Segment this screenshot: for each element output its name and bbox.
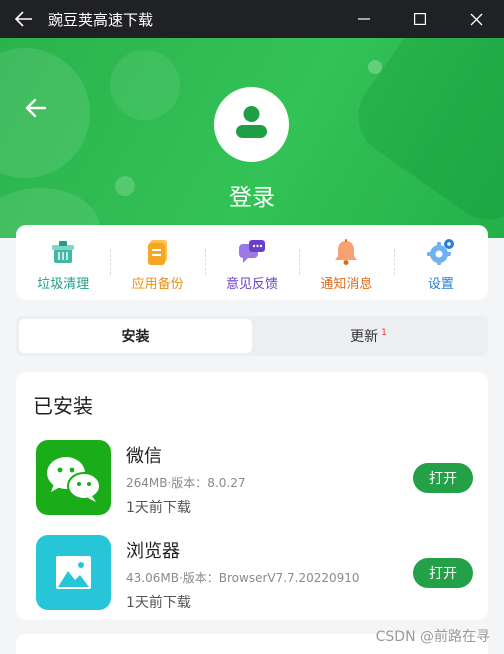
action-feedback[interactable]: 意见反馈 <box>204 225 299 300</box>
action-label: 垃圾清理 <box>37 277 90 292</box>
action-settings[interactable]: 设置 <box>393 225 488 300</box>
profile-header: 登录 <box>0 38 504 238</box>
app-name: 微信 <box>126 446 162 467</box>
app-download-time: 1天前下载 <box>126 500 191 516</box>
gear-icon <box>426 239 454 265</box>
list-item[interactable]: 浏览器 43.06MB·版本：BrowserV7.7.20220910 1天前下… <box>16 535 488 615</box>
maximize-button[interactable] <box>392 0 448 38</box>
tab-label: 安装 <box>121 329 150 345</box>
app-meta: 264MB·版本：8.0.27 <box>126 476 246 490</box>
back-button[interactable] <box>22 94 50 122</box>
action-app-backup[interactable]: 应用备份 <box>110 225 204 300</box>
list-item[interactable]: 微信 264MB·版本：8.0.27 1天前下载 打开 <box>16 440 488 520</box>
action-label: 设置 <box>427 277 454 292</box>
minimize-button[interactable] <box>336 0 392 38</box>
watermark: CSDN @前路在寻 <box>375 629 490 645</box>
window-title: 豌豆荚高速下载 <box>48 10 154 29</box>
open-button[interactable]: 打开 <box>413 463 473 493</box>
action-trash-clean[interactable]: 垃圾清理 <box>16 225 110 300</box>
tab-label: 更新 <box>350 329 379 345</box>
arrow-left-icon <box>25 98 47 118</box>
login-label[interactable]: 登录 <box>0 178 504 212</box>
minimize-icon <box>358 18 370 20</box>
installed-section: 已安装 微信 264MB·版本：8.0.27 1天前下载 打开 浏览器 43.0… <box>16 372 488 620</box>
maximize-icon <box>414 13 426 25</box>
app-download-time: 1天前下载 <box>126 595 191 611</box>
tab-install[interactable]: 安装 <box>19 319 252 353</box>
section-title: 已安装 <box>33 394 93 418</box>
wechat-icon <box>36 440 111 515</box>
close-icon <box>470 13 482 25</box>
action-label: 通知消息 <box>320 277 373 292</box>
close-button[interactable] <box>448 0 504 38</box>
open-button[interactable]: 打开 <box>413 558 473 588</box>
window-back-button[interactable] <box>0 0 48 38</box>
browser-icon <box>36 535 111 610</box>
app-meta: 43.06MB·版本：BrowserV7.7.20220910 <box>126 571 360 585</box>
action-label: 应用备份 <box>131 277 184 292</box>
title-bar: 豌豆荚高速下载 <box>0 0 504 38</box>
avatar[interactable] <box>214 87 289 162</box>
feedback-icon <box>239 240 266 263</box>
update-count-badge: 1 <box>381 328 387 338</box>
bell-icon <box>335 239 358 265</box>
user-icon <box>236 106 267 138</box>
tab-update[interactable]: 更新 1 <box>252 319 485 353</box>
app-name: 浏览器 <box>126 541 180 562</box>
backup-icon <box>147 240 167 265</box>
action-notifications[interactable]: 通知消息 <box>299 225 393 300</box>
action-label: 意见反馈 <box>226 277 279 292</box>
arrow-left-icon <box>15 11 32 27</box>
decorative-blob <box>110 50 180 120</box>
trash-bin-icon <box>52 241 75 263</box>
quick-actions: 垃圾清理 应用备份 意见反馈 通知消息 设置 <box>16 225 488 300</box>
decorative-blob <box>368 60 382 74</box>
tab-bar: 安装 更新 1 <box>16 316 488 356</box>
